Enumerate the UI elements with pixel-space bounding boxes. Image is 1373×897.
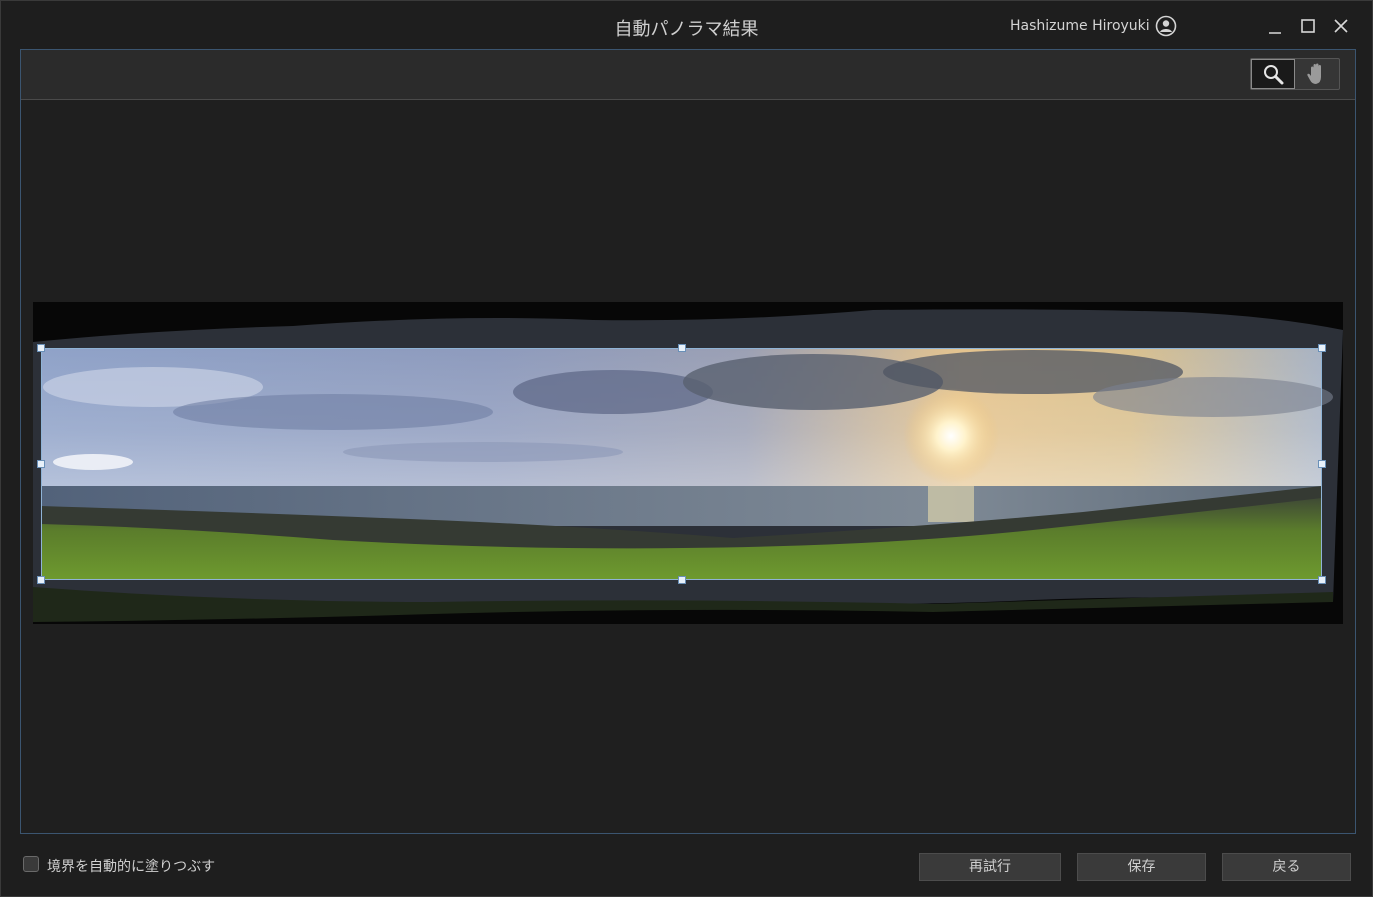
hand-icon [1307, 63, 1321, 84]
preview-panel [20, 49, 1356, 834]
crop-handle-bottom-right[interactable] [1318, 576, 1326, 584]
view-toolbar [21, 50, 1355, 100]
close-icon[interactable] [1330, 15, 1352, 37]
crop-handle-left[interactable] [37, 460, 45, 468]
auto-fill-checkbox[interactable] [23, 856, 39, 872]
panorama-preview-image[interactable] [33, 302, 1343, 624]
crop-handle-bottom-left[interactable] [37, 576, 45, 584]
zoom-tool-button[interactable] [1251, 59, 1295, 89]
crop-handle-top-left[interactable] [37, 344, 45, 352]
crop-handle-top-right[interactable] [1318, 344, 1326, 352]
crop-handle-right[interactable] [1318, 460, 1326, 468]
pan-tool-button[interactable] [1295, 59, 1339, 89]
auto-fill-label[interactable]: 境界を自動的に塗りつぶす [47, 856, 215, 876]
crop-handle-top[interactable] [678, 344, 686, 352]
user-account-icon[interactable] [1155, 15, 1177, 37]
preview-canvas[interactable] [21, 100, 1355, 833]
maximize-icon[interactable] [1297, 15, 1319, 37]
footer-bar: 境界を自動的に塗りつぶす 再試行 保存 戻る [1, 835, 1372, 896]
view-tool-group [1250, 58, 1340, 90]
magnifier-icon [1264, 65, 1284, 85]
back-button[interactable]: 戻る [1222, 853, 1351, 881]
crop-handle-bottom[interactable] [678, 576, 686, 584]
panorama-result-window: 自動パノラマ結果 Hashizume Hiroyuki 境界を自動的に塗りつぶす… [0, 0, 1373, 897]
save-button[interactable]: 保存 [1077, 853, 1206, 881]
crop-rectangle[interactable] [41, 348, 1322, 580]
title-bar: 自動パノラマ結果 Hashizume Hiroyuki [1, 1, 1372, 49]
minimize-icon[interactable] [1264, 15, 1286, 37]
retry-button[interactable]: 再試行 [919, 853, 1061, 881]
user-name[interactable]: Hashizume Hiroyuki [1010, 18, 1150, 34]
